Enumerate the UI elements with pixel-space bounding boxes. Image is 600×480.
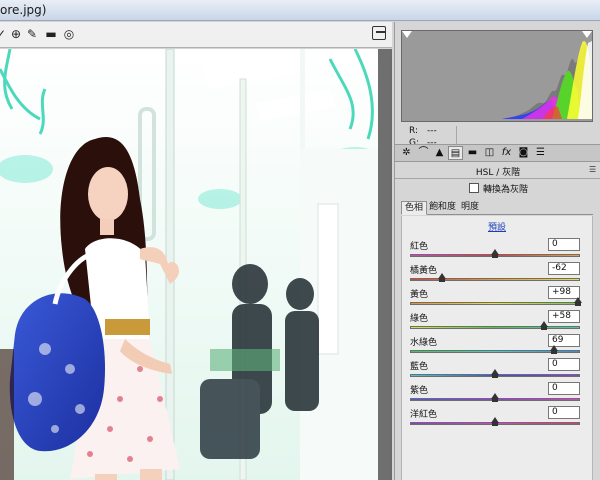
slider-value-input[interactable]: 0 [548, 406, 580, 419]
lens-correction-icon[interactable]: ◫ [482, 146, 497, 160]
brush-tool-icon[interactable]: ✎ [25, 26, 39, 42]
red-channel-value: --- [427, 126, 437, 136]
default-link[interactable]: 預設 [402, 220, 592, 233]
slider-row: 水綠色 69 [402, 333, 592, 357]
slider-label: 水綠色 [410, 338, 438, 348]
presets-icon[interactable]: ☰ [533, 146, 548, 160]
straighten-tool-icon[interactable]: ✓ [0, 26, 8, 42]
slider-thumb[interactable] [438, 273, 447, 282]
tab-saturation[interactable]: 飽和度 [426, 201, 459, 215]
section-title: HSL / 灰階 [475, 168, 521, 178]
photo-illustration [0, 49, 378, 480]
tab-hue[interactable]: 色相 [401, 201, 428, 215]
slider-row: 紫色 0 [402, 381, 592, 405]
slider-thumb[interactable] [491, 393, 499, 402]
highlight-clipping-indicator[interactable] [582, 31, 592, 38]
slider-value-input[interactable]: 0 [548, 382, 580, 395]
export-icon[interactable] [372, 26, 386, 40]
slider-track[interactable] [410, 326, 580, 329]
histogram [401, 30, 593, 122]
slider-label: 紅色 [410, 242, 429, 252]
slider-value-input[interactable]: -62 [548, 262, 580, 275]
rotate-tool-icon[interactable]: ◎ [62, 26, 76, 42]
title-bar: ore.jpg) [0, 0, 600, 21]
slider-row: 紅色 0 [402, 237, 592, 261]
checkbox-label: 轉換為灰階 [483, 185, 529, 195]
hue-sliders-area: 預設 紅色 0 橘黃色 -62 黃色 +98 綠色 +58 水綠色 69 藍色 … [401, 216, 593, 480]
checkbox-box[interactable] [469, 183, 479, 193]
slider-thumb[interactable] [549, 345, 558, 354]
shadow-clipping-indicator[interactable] [402, 31, 412, 38]
hsl-icon[interactable]: ▤ [448, 146, 463, 160]
camera-calibration-icon[interactable]: ◙ [516, 146, 531, 160]
red-eye-tool-icon[interactable]: ⊕ [9, 26, 23, 42]
window-title: ore.jpg) [0, 3, 47, 17]
canvas-gutter [378, 49, 390, 480]
panel-menu-icon[interactable]: ☰ [589, 166, 598, 174]
slider-row: 綠色 +58 [402, 309, 592, 333]
slider-thumb[interactable] [491, 249, 499, 258]
slider-track[interactable] [410, 278, 580, 281]
toolbar: ✓ ⊕ ✎ ▬ ◎ [0, 22, 392, 48]
slider-label: 洋紅色 [410, 410, 438, 420]
detail-triangle-icon[interactable]: ▲ [432, 146, 447, 160]
slider-label: 綠色 [410, 314, 429, 324]
slider-row: 橘黃色 -62 [402, 261, 592, 285]
slider-thumb[interactable] [491, 369, 499, 378]
photo-preview[interactable] [0, 49, 378, 480]
adjustments-panel: R: --- G: --- B: --- ✲ ⌒ ▲ ▤ ▬ ◫ fx ◙ ☰ … [394, 22, 600, 480]
slider-label: 黃色 [410, 290, 429, 300]
slider-value-input[interactable]: 0 [548, 238, 580, 251]
slider-thumb[interactable] [574, 297, 583, 306]
red-channel-label: R: [409, 126, 419, 136]
slider-row: 洋紅色 0 [402, 405, 592, 429]
slider-row: 黃色 +98 [402, 285, 592, 309]
bucket-tool-icon[interactable]: ▬ [44, 26, 58, 42]
effects-fx-icon[interactable]: fx [499, 146, 514, 160]
slider-value-input[interactable]: +58 [548, 310, 580, 323]
image-canvas [0, 49, 392, 480]
hsl-subtabs: 色相 飽和度 明度 [401, 201, 593, 215]
slider-row: 藍色 0 [402, 357, 592, 381]
histogram-graph [402, 31, 592, 121]
slider-label: 紫色 [410, 386, 429, 396]
slider-track[interactable] [410, 302, 580, 305]
tab-luminance[interactable]: 明度 [458, 201, 482, 215]
section-header: HSL / 灰階 ☰ [395, 163, 600, 179]
slider-label: 橘黃色 [410, 266, 438, 276]
slider-label: 藍色 [410, 362, 429, 372]
slider-thumb[interactable] [491, 417, 499, 426]
app-window: ore.jpg) ✓ ⊕ ✎ ▬ ◎ R: --- G: --- ✲ ⌒ ▲ ▤… [0, 0, 600, 480]
panel-tab-bar: ✲ ⌒ ▲ ▤ ▬ ◫ fx ◙ ☰ [395, 144, 600, 162]
slider-thumb[interactable] [540, 321, 549, 330]
slider-value-input[interactable]: 0 [548, 358, 580, 371]
basic-aperture-icon[interactable]: ✲ [399, 146, 414, 160]
tone-curve-icon[interactable]: ⌒ [416, 146, 431, 160]
split-toning-icon[interactable]: ▬ [465, 146, 480, 160]
